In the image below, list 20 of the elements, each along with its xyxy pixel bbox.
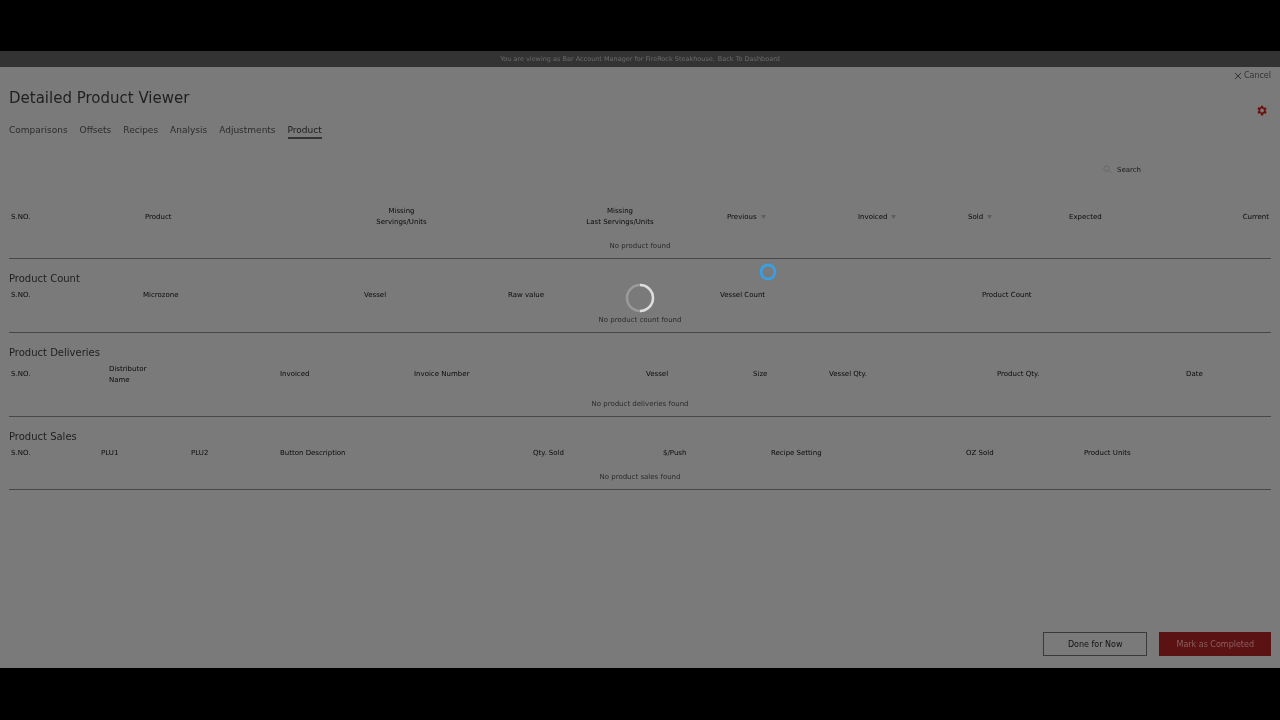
complete-button[interactable]: Mark as Completed [1159, 632, 1271, 656]
section-title: Product Sales [9, 430, 78, 442]
sort-caret-icon[interactable] [891, 215, 897, 220]
tab[interactable]: Comparisons [9, 125, 68, 139]
tab[interactable]: Analysis [170, 125, 208, 139]
page-title: Detailed Product Viewer [9, 89, 190, 107]
section-title: Product Count [9, 273, 81, 285]
sort-caret-icon[interactable] [987, 215, 993, 220]
cursor-ring-icon [758, 262, 778, 282]
cancel-button[interactable]: Cancel [1234, 71, 1271, 80]
loading-spinner [624, 282, 656, 314]
done-button[interactable]: Done for Now [1042, 632, 1148, 656]
settings-icon[interactable] [1255, 104, 1268, 117]
tab[interactable]: Adjustments [219, 125, 276, 139]
tab[interactable]: Product [287, 125, 322, 139]
tab[interactable]: Recipes [123, 125, 159, 139]
tab[interactable]: Offsets [79, 125, 112, 139]
sort-caret-icon[interactable] [760, 215, 766, 220]
close-icon [1234, 72, 1241, 79]
section-title: Product Deliveries [9, 346, 101, 358]
